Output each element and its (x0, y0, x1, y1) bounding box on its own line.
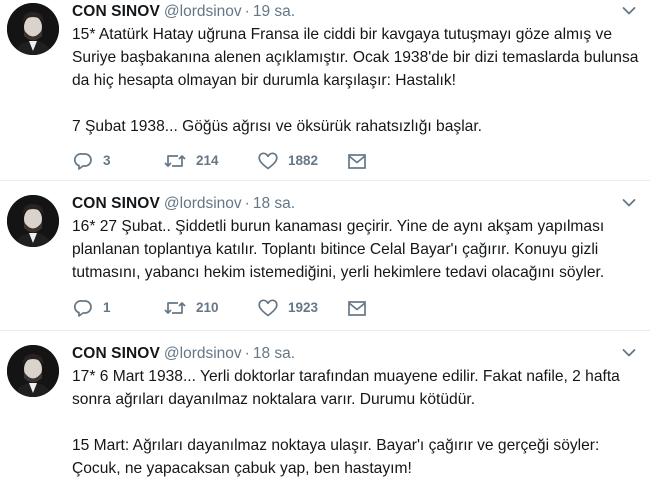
separator-dot: · (244, 3, 250, 20)
tweet-header: CON SINOV @lordsinov · 18 sa. (72, 342, 295, 366)
retweet-button[interactable]: 214 (164, 150, 219, 172)
tweet-paragraph: 16* 27 Şubat.. Şiddetli burun kanaması g… (72, 218, 605, 281)
avatar[interactable] (7, 3, 59, 55)
tweet-text: 15* Atatürk Hatay uğruna Fransa ile cidd… (72, 23, 642, 138)
tweet-text: 17* 6 Mart 1938... Yerli doktorlar taraf… (72, 365, 642, 480)
separator-dot: · (244, 195, 250, 212)
reply-icon (74, 300, 92, 317)
like-button[interactable]: 1882 (258, 150, 318, 172)
tweet-paragraph: 15* Atatürk Hatay uğruna Fransa ile cidd… (72, 26, 639, 89)
tweet-timeline: CON SINOV @lordsinov · 19 sa. 15* Atatürk H… (0, 0, 650, 481)
retweet-count: 210 (196, 300, 219, 315)
timestamp[interactable]: 18 sa. (253, 195, 295, 212)
timestamp[interactable]: 18 sa. (253, 345, 295, 362)
retweet-button[interactable]: 210 (164, 297, 219, 319)
avatar[interactable] (7, 345, 59, 397)
heart-icon (258, 152, 278, 170)
chevron-down-icon[interactable] (622, 6, 636, 16)
reply-button[interactable]: 3 (74, 150, 111, 172)
heart-icon (258, 299, 278, 317)
like-count: 1882 (288, 153, 319, 168)
reply-button[interactable]: 1 (74, 297, 111, 319)
tweet-text: 16* 27 Şubat.. Şiddetli burun kanaması g… (72, 215, 642, 284)
reply-icon (74, 153, 92, 170)
tweet[interactable]: CON SINOV @lordsinov · 18 sa. 16* 27 Şubat.… (0, 180, 650, 330)
tweet-paragraph: 15 Mart: Ağrıları dayanılmaz noktaya ula… (72, 437, 600, 477)
envelope-icon (348, 153, 366, 169)
retweet-icon (164, 155, 186, 167)
user-handle[interactable]: @lordsinov (164, 3, 242, 20)
envelope-icon (348, 300, 366, 316)
like-button[interactable]: 1923 (258, 297, 318, 319)
avatar[interactable] (7, 195, 59, 247)
direct-message-button[interactable] (348, 297, 366, 319)
tweet-header: CON SINOV @lordsinov · 19 sa. (72, 0, 295, 24)
tweet-paragraph: 17* 6 Mart 1938... Yerli doktorlar taraf… (72, 368, 620, 408)
display-name[interactable]: CON SINOV (72, 345, 160, 362)
tweet-header: CON SINOV @lordsinov · 18 sa. (72, 192, 295, 216)
separator-dot: · (244, 345, 250, 362)
like-count: 1923 (288, 300, 319, 315)
reply-count: 3 (103, 153, 111, 168)
chevron-down-icon[interactable] (622, 198, 636, 208)
tweet-paragraph: 7 Şubat 1938... Göğüs ağrısı ve öksürük … (72, 118, 482, 135)
tweet[interactable]: CON SINOV @lordsinov · 18 sa. 17* 6 Mart 19… (0, 330, 650, 481)
reply-count: 1 (103, 300, 111, 315)
retweet-count: 214 (196, 153, 219, 168)
display-name[interactable]: CON SINOV (72, 3, 160, 20)
chevron-down-icon[interactable] (622, 348, 636, 358)
timestamp[interactable]: 19 sa. (253, 3, 295, 20)
display-name[interactable]: CON SINOV (72, 195, 160, 212)
retweet-icon (164, 302, 186, 314)
user-handle[interactable]: @lordsinov (164, 345, 242, 362)
direct-message-button[interactable] (348, 150, 366, 172)
user-handle[interactable]: @lordsinov (164, 195, 242, 212)
tweet[interactable]: CON SINOV @lordsinov · 19 sa. 15* Atatürk H… (0, 0, 650, 180)
